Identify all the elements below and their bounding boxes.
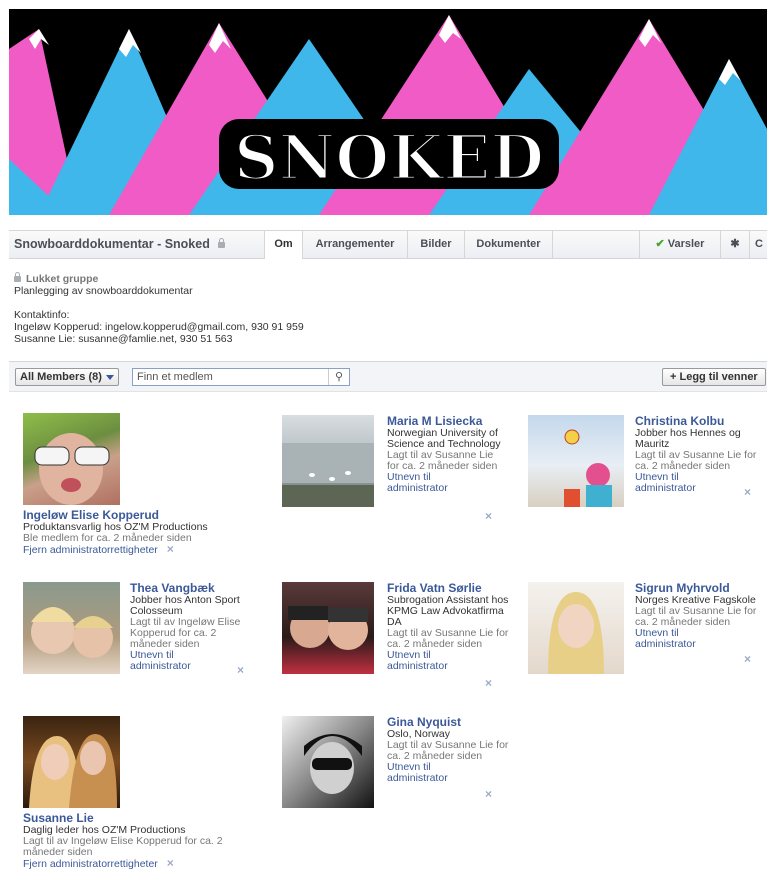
member-filter-label: All Members (8) xyxy=(20,371,102,383)
contact-line-1: Ingeløw Kopperud: ingelow.kopperud@gmail… xyxy=(14,321,304,333)
member-added-info: Lagt til av Susanne Lie for ca. 2 månede… xyxy=(635,605,757,628)
notifications-label: Varsler xyxy=(667,238,705,250)
remove-admin-label: Fjern administratorrettigheter xyxy=(23,544,158,556)
member-description: Jobber hos Anton Sport Colosseum xyxy=(130,594,240,617)
member-photo[interactable] xyxy=(23,582,120,674)
remove-admin-link[interactable]: Fjern administratorrettigheter × xyxy=(23,542,263,556)
group-header-bar: Snowboarddokumentar - Snoked Om Arrangem… xyxy=(9,230,767,259)
make-admin-link[interactable]: Utnevn til administrator xyxy=(387,650,467,672)
tab-om[interactable]: Om xyxy=(264,231,302,259)
tab-bilder[interactable]: Bilder xyxy=(407,231,464,258)
member-photo[interactable] xyxy=(23,413,120,505)
contact-line-2: Susanne Lie: susanne@famlie.net, 930 51 … xyxy=(14,333,233,345)
lock-icon xyxy=(14,272,21,282)
member-photo[interactable] xyxy=(282,415,374,507)
member-photo[interactable] xyxy=(528,582,624,674)
member-added-info: Ble medlem for ca. 2 måneder siden xyxy=(23,532,192,544)
make-admin-link[interactable]: Utnevn til administrator xyxy=(635,472,715,494)
close-icon[interactable]: × xyxy=(485,677,492,689)
member-description: Norwegian University of Science and Tech… xyxy=(387,427,501,450)
close-icon[interactable]: × xyxy=(237,664,244,676)
group-privacy: Lukket gruppe xyxy=(14,272,304,285)
close-icon[interactable]: × xyxy=(167,542,174,556)
make-admin-link[interactable]: Utnevn til administrator xyxy=(387,762,467,784)
group-name[interactable]: Snowboarddokumentar - Snoked xyxy=(14,237,225,251)
privacy-label: Lukket gruppe xyxy=(26,273,99,285)
member-photo[interactable] xyxy=(282,716,374,808)
member-description: Jobber hos Hennes og Mauritz xyxy=(635,427,741,450)
make-admin-link[interactable]: Utnevn til administrator xyxy=(387,472,467,494)
contact-heading: Kontaktinfo: xyxy=(14,309,70,321)
member-filter-dropdown[interactable]: All Members (8) xyxy=(15,368,119,386)
close-icon[interactable]: × xyxy=(167,856,174,870)
member-added-info: Lagt til av Susanne Lie for ca. 2 månede… xyxy=(635,449,757,472)
member-added-info: Lagt til av Susanne Lie for ca. 2 månede… xyxy=(387,627,509,650)
tab-arrangementer[interactable]: Arrangementer xyxy=(302,231,407,258)
member-search-input[interactable] xyxy=(133,369,331,385)
member-photo[interactable] xyxy=(282,582,374,674)
member-description: Subrogation Assistant hos KPMG Law Advok… xyxy=(387,594,509,628)
group-description: Planlegging av snowboarddokumentar xyxy=(14,285,193,297)
group-name-label: Snowboarddokumentar - Snoked xyxy=(14,237,210,251)
notifications-button[interactable]: ✔ Varsler xyxy=(639,231,720,258)
close-icon[interactable]: × xyxy=(744,653,751,665)
close-icon[interactable]: × xyxy=(744,486,751,498)
group-cover-photo: SNOKED xyxy=(9,9,767,215)
member-photo[interactable] xyxy=(23,716,120,808)
chevron-down-icon xyxy=(105,374,114,380)
member-added-info: Lagt til av Ingeløw Elise Kopperud for c… xyxy=(23,835,223,858)
remove-admin-link[interactable]: Fjern administratorrettigheter × xyxy=(23,856,263,870)
close-icon[interactable]: × xyxy=(485,788,492,800)
member-added-info: Lagt til av Susanne Lie for ca. 2 månede… xyxy=(387,449,498,472)
close-icon[interactable]: × xyxy=(485,510,492,522)
search-icon[interactable]: ⚲ xyxy=(328,369,349,385)
group-about-section: Lukket gruppe Planlegging av snowboarddo… xyxy=(14,272,304,345)
member-added-info: Lagt til av Susanne Lie for ca. 2 månede… xyxy=(387,739,509,762)
add-friends-button[interactable]: + Legg til venner xyxy=(662,368,766,386)
lock-icon xyxy=(217,238,225,248)
gear-icon[interactable]: ✱ xyxy=(720,231,749,258)
overflow-button[interactable]: C xyxy=(749,231,767,258)
make-admin-link[interactable]: Utnevn til administrator xyxy=(130,650,210,672)
members-toolbar: All Members (8) ⚲ + Legg til venner xyxy=(9,361,767,392)
make-admin-link[interactable]: Utnevn til administrator xyxy=(635,628,715,650)
member-search: ⚲ xyxy=(132,368,350,386)
member-added-info: Lagt til av Ingeløw Elise Kopperud for c… xyxy=(130,616,241,650)
remove-admin-label: Fjern administratorrettigheter xyxy=(23,858,158,870)
banner-title: SNOKED xyxy=(234,121,544,194)
check-icon: ✔ xyxy=(655,238,665,250)
tab-dokumenter[interactable]: Dokumenter xyxy=(464,231,553,258)
member-photo[interactable] xyxy=(528,415,624,507)
